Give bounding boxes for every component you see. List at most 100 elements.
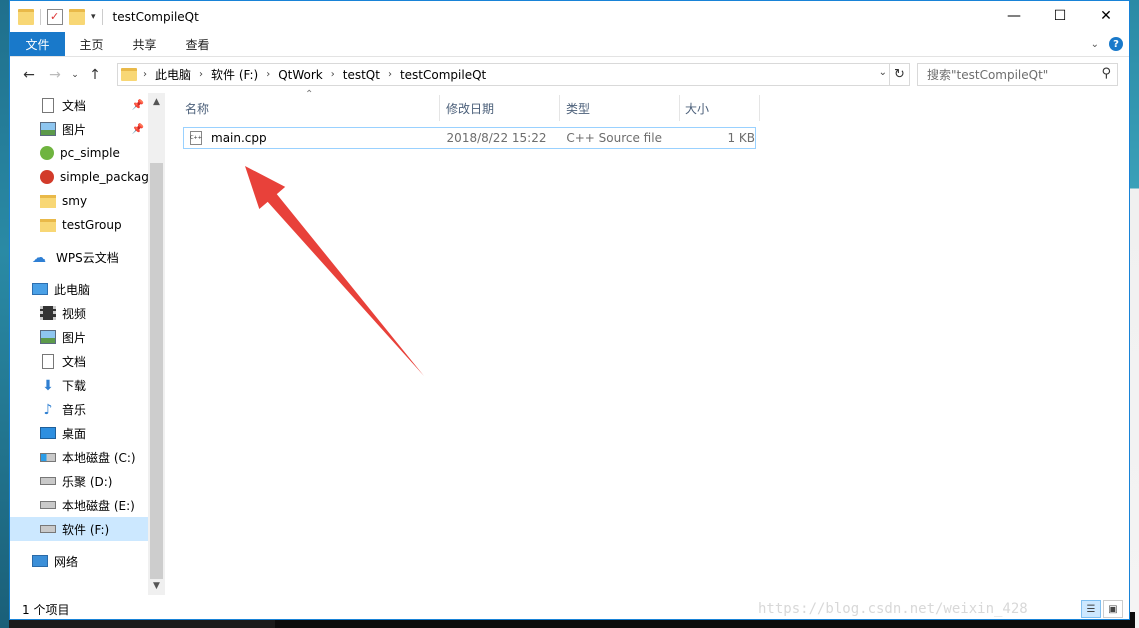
sidebar-item[interactable]: 图片 📌 xyxy=(10,117,148,141)
sidebar-item[interactable]: smy xyxy=(10,189,148,213)
sidebar-item-label: 音乐 xyxy=(62,402,87,417)
folder-icon xyxy=(40,218,56,232)
breadcrumb-qtwork[interactable]: QtWork xyxy=(278,68,323,82)
help-icon[interactable]: ? xyxy=(1109,37,1123,51)
details-view-icon[interactable]: ☰ xyxy=(1081,600,1101,618)
sidebar-item[interactable]: 图片 xyxy=(10,325,148,349)
desktop-background-left xyxy=(0,0,9,628)
column-header-date[interactable]: 修改日期 xyxy=(440,95,560,121)
green-badge-icon xyxy=(40,146,54,160)
video-icon xyxy=(40,306,56,320)
file-size: 1 KB xyxy=(727,131,755,145)
expand-ribbon-icon[interactable]: ⌄ xyxy=(1091,39,1099,50)
file-list: ⌃ 名称 修改日期 类型 大小 C++ main.cpp 2018/8/22 1… xyxy=(182,89,1122,593)
sidebar-item[interactable]: 网络 xyxy=(10,549,148,573)
scroll-down-icon[interactable]: ▼ xyxy=(148,581,165,591)
breadcrumb-testcompileqt[interactable]: testCompileQt xyxy=(400,68,486,82)
title-bar: ▾ testCompileQt — ☐ ✕ xyxy=(10,1,1129,32)
sidebar-item[interactable]: simple_packag xyxy=(10,165,148,189)
sidebar-item-label: 桌面 xyxy=(62,426,87,441)
sidebar-item[interactable]: 此电脑 xyxy=(10,277,148,301)
sidebar-item-label: 下载 xyxy=(62,378,87,393)
sidebar-item-label: 视频 xyxy=(62,306,87,321)
new-folder-icon[interactable] xyxy=(69,8,85,25)
drive-icon xyxy=(40,525,56,533)
forward-arrow-icon[interactable]: → xyxy=(42,67,68,83)
sidebar-item-label: 网络 xyxy=(54,554,79,569)
address-dropdown-icon[interactable]: ⌄ xyxy=(879,67,887,78)
sidebar-item-label: simple_packag xyxy=(60,170,148,184)
address-bar[interactable]: › 此电脑 › 软件 (F:) › QtWork › testQt › testComp… xyxy=(117,63,890,86)
download-icon: ⬇ xyxy=(42,378,54,394)
recent-locations-icon[interactable]: ⌄ xyxy=(68,70,82,80)
status-bar: 1 个项目 https://blog.csdn.net/weixin_428 ☰… xyxy=(10,598,1129,620)
system-drive-icon xyxy=(40,452,56,462)
customize-toolbar-icon[interactable]: ▾ xyxy=(91,12,96,22)
sidebar-item-label: testGroup xyxy=(62,218,122,232)
tab-file[interactable]: 文件 xyxy=(10,32,65,56)
file-name[interactable]: main.cpp xyxy=(211,131,267,145)
breadcrumb-drive-f[interactable]: 软件 (F:) xyxy=(211,66,258,83)
sidebar-item[interactable]: 视频 xyxy=(10,301,148,325)
drive-icon xyxy=(40,477,56,485)
file-type: C++ Source file xyxy=(566,131,662,145)
sidebar-item[interactable]: ⬇ 下载 xyxy=(10,373,148,397)
document-icon xyxy=(42,353,54,369)
large-icons-view-icon[interactable]: ▣ xyxy=(1103,600,1123,618)
back-arrow-icon[interactable]: ← xyxy=(16,67,42,83)
sidebar-item-label: 图片 xyxy=(62,122,87,137)
minimize-button[interactable]: — xyxy=(991,1,1037,31)
red-badge-icon xyxy=(40,170,54,184)
sidebar-item[interactable]: 本地磁盘 (E:) xyxy=(10,493,148,517)
sidebar-item[interactable]: 软件 (F:) xyxy=(10,517,148,541)
sidebar-item[interactable]: ♪ 音乐 xyxy=(10,397,148,421)
tab-share[interactable]: 共享 xyxy=(118,32,171,56)
desktop-icon xyxy=(40,427,56,439)
main-area: 文档 📌 图片 📌 pc_simple simple_packag smy testGroup… xyxy=(10,89,1129,595)
tab-view[interactable]: 查看 xyxy=(171,32,224,56)
folder-icon xyxy=(18,8,34,25)
pin-icon[interactable]: 📌 xyxy=(132,100,144,111)
sidebar-item[interactable]: 乐聚 (D:) xyxy=(10,469,148,493)
breadcrumb-testqt[interactable]: testQt xyxy=(343,68,380,82)
sidebar-item[interactable]: 文档 xyxy=(10,349,148,373)
document-icon xyxy=(42,97,54,113)
pin-icon[interactable]: 📌 xyxy=(132,124,144,135)
scroll-up-icon[interactable]: ▲ xyxy=(148,97,165,107)
column-header-type[interactable]: 类型 xyxy=(560,95,680,121)
sidebar-item[interactable]: 本地磁盘 (C:) xyxy=(10,445,148,469)
sidebar-item[interactable]: ☁ WPS云文档 xyxy=(10,245,148,269)
column-header-size[interactable]: 大小 xyxy=(680,95,760,121)
search-icon[interactable]: ⚲ xyxy=(1101,66,1111,81)
folder-icon xyxy=(40,194,56,208)
up-arrow-icon[interactable]: ↑ xyxy=(82,67,108,83)
sidebar-item[interactable]: testGroup xyxy=(10,213,148,237)
file-date: 2018/8/22 15:22 xyxy=(446,131,547,145)
sidebar-item-label: 本地磁盘 (E:) xyxy=(62,498,135,513)
refresh-icon: ↻ xyxy=(894,67,905,82)
sidebar-item-label: 软件 (F:) xyxy=(62,522,110,537)
sidebar-item-label: 此电脑 xyxy=(54,282,91,297)
tab-home[interactable]: 主页 xyxy=(65,32,118,56)
item-count: 1 个项目 xyxy=(22,602,70,617)
sidebar-item[interactable]: pc_simple xyxy=(10,141,148,165)
refresh-button[interactable]: ↻ xyxy=(890,63,910,86)
breadcrumb-this-pc[interactable]: 此电脑 xyxy=(155,66,191,83)
navigation-scrollbar[interactable]: ▲ ▼ xyxy=(148,93,165,595)
sidebar-item[interactable]: 桌面 xyxy=(10,421,148,445)
file-row[interactable]: C++ main.cpp 2018/8/22 15:22 C++ Source … xyxy=(183,127,756,149)
scrollbar-thumb[interactable] xyxy=(150,163,163,579)
quick-access-toolbar: ▾ xyxy=(10,8,103,25)
maximize-button[interactable]: ☐ xyxy=(1037,1,1083,31)
search-input[interactable]: 搜索"testCompileQt" ⚲ xyxy=(917,63,1118,86)
sidebar-item-label: pc_simple xyxy=(60,146,120,160)
watermark-text: https://blog.csdn.net/weixin_428 xyxy=(758,601,1028,617)
sidebar-item-label: smy xyxy=(62,194,88,208)
properties-icon[interactable] xyxy=(47,8,63,25)
close-button[interactable]: ✕ xyxy=(1083,1,1129,31)
sidebar-item[interactable]: 文档 📌 xyxy=(10,93,148,117)
ribbon-tabs: 文件 主页 共享 查看 ⌄ ? xyxy=(10,32,1129,57)
column-header-name[interactable]: 名称 xyxy=(182,95,440,121)
location-folder-icon xyxy=(121,68,137,81)
explorer-window: ▾ testCompileQt — ☐ ✕ 文件 主页 共享 查看 ⌄ ? ← … xyxy=(9,0,1130,620)
